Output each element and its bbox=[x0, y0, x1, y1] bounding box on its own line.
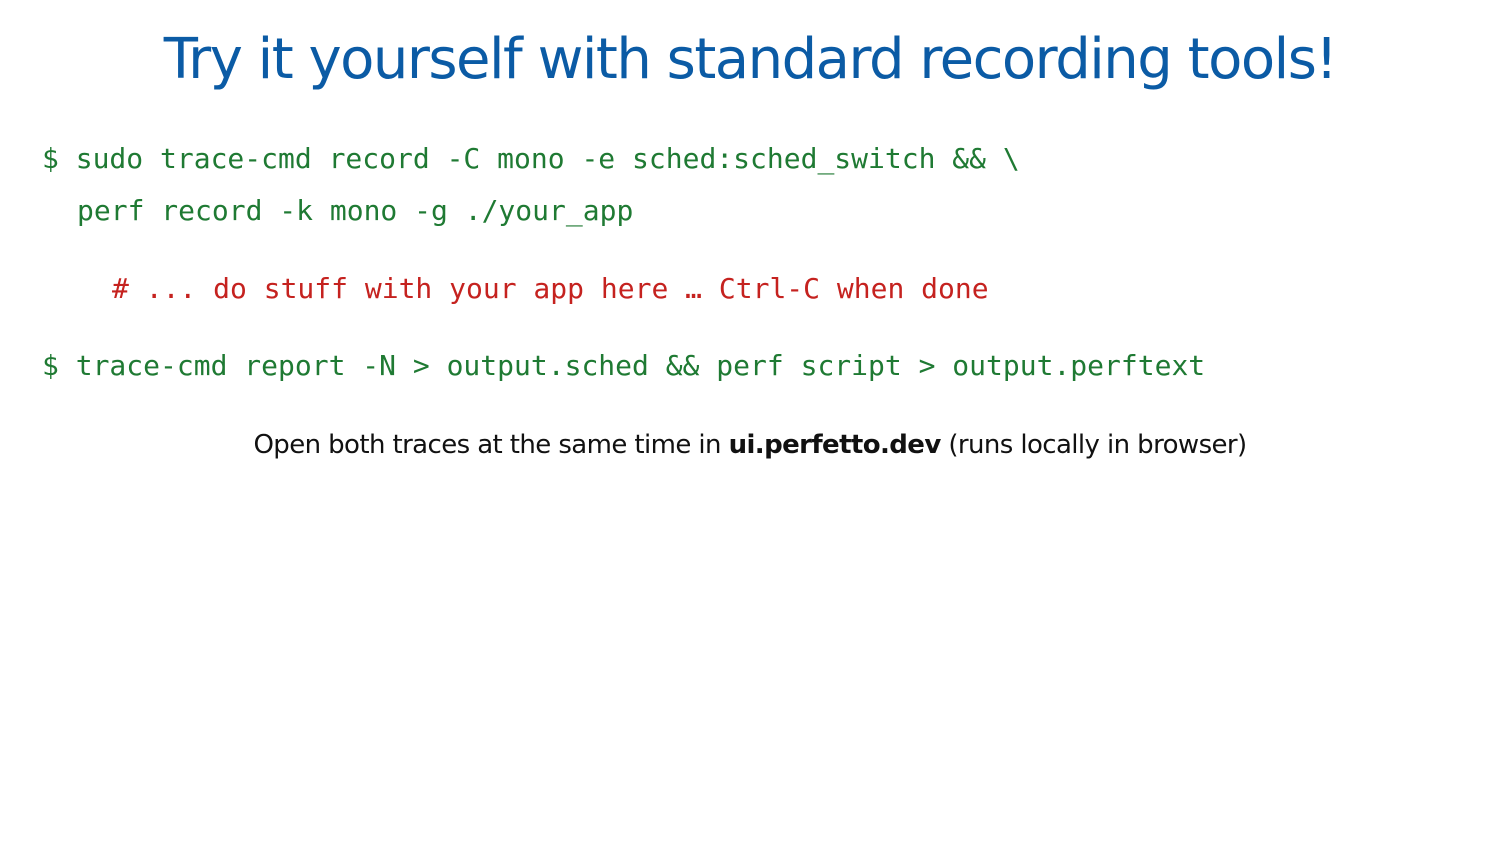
slide-title: Try it yourself with standard recording … bbox=[163, 27, 1338, 92]
caption: Open both traces at the same time in ui.… bbox=[0, 428, 1500, 462]
slide: Try it yourself with standard recording … bbox=[0, 0, 1500, 844]
perfetto-link-text: ui.perfetto.dev bbox=[728, 430, 942, 460]
caption-text-after: (runs locally in browser) bbox=[940, 430, 1247, 460]
command-line-perf-record: perf record -k mono -g ./your_app bbox=[77, 194, 634, 227]
command-line-record-start: $ sudo trace-cmd record -C mono -e sched… bbox=[42, 142, 1020, 175]
command-comment: # ... do stuff with your app here … Ctrl… bbox=[112, 272, 989, 305]
command-line-report: $ trace-cmd report -N > output.sched && … bbox=[42, 349, 1206, 382]
caption-text-before: Open both traces at the same time in bbox=[253, 430, 729, 460]
